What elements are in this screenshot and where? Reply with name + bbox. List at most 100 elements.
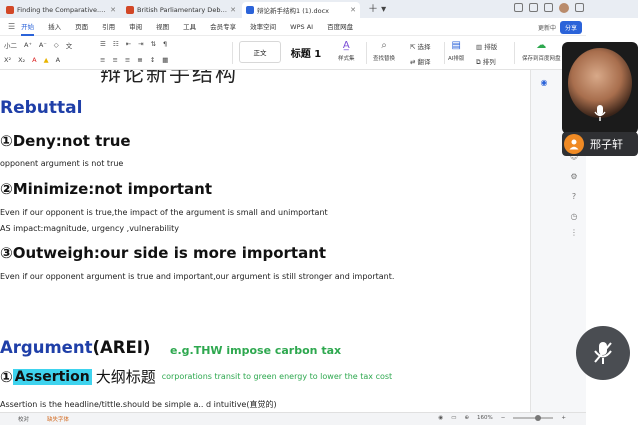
menu-page[interactable]: 页面 <box>75 18 88 36</box>
arrange-label: 排列 <box>482 58 496 66</box>
layout-control: ▥ 排版 <box>476 41 504 51</box>
minimize-icon[interactable] <box>575 3 584 12</box>
numbering-icon[interactable]: ☷ <box>113 40 119 48</box>
shrink-font-icon[interactable]: A⁻ <box>39 41 47 49</box>
menu-view[interactable]: 视图 <box>156 18 169 36</box>
help-icon[interactable]: ? <box>569 192 579 202</box>
tab-finding-comparative[interactable]: Finding the Comparative.pptx ✕ <box>2 2 120 18</box>
ai-layout-button[interactable]: ▤ AI排版 <box>448 40 464 62</box>
proofread-status[interactable]: 校对 <box>18 415 29 423</box>
layout-button[interactable]: ▥ 排版 <box>476 41 497 51</box>
window-controls <box>514 3 584 13</box>
mic-muted-icon <box>594 342 612 364</box>
line-spacing-icon[interactable]: ↕ <box>150 56 155 64</box>
outdent-icon[interactable]: ⇤ <box>126 40 131 48</box>
time-icon[interactable]: ◷ <box>569 212 579 222</box>
style-normal[interactable]: 正文 <box>239 41 281 63</box>
document-page[interactable]: 辩论新手结构 Rebuttal ①Deny:not true opponent … <box>0 70 530 412</box>
font-color-icon[interactable]: A <box>32 56 36 64</box>
menu-tools[interactable]: 工具 <box>183 18 196 36</box>
indent-icon[interactable]: ⇥ <box>138 40 143 48</box>
zoom-out-icon[interactable]: − <box>501 415 506 421</box>
tab-title: Finding the Comparative.pptx <box>17 6 108 14</box>
menu-insert[interactable]: 插入 <box>48 18 61 36</box>
gear-icon[interactable]: ⚙ <box>569 172 579 182</box>
participant-video[interactable] <box>562 42 638 134</box>
superscript-icon[interactable]: X² <box>4 56 11 64</box>
borders-icon[interactable]: ▦ <box>162 56 168 64</box>
menu-membership[interactable]: 会员专享 <box>210 18 236 36</box>
assertion-highlight: Assertion <box>12 368 92 385</box>
window-icon[interactable] <box>529 3 538 12</box>
arrange-control: ⧉ 排列 <box>476 56 503 67</box>
zoom-slider[interactable] <box>513 415 554 421</box>
layout-icon[interactable] <box>514 3 523 12</box>
arrange-button[interactable]: ⧉ 排列 <box>476 56 496 67</box>
ppt-file-icon <box>126 6 134 14</box>
new-tab-plus-icon[interactable]: ＋ ▾ <box>368 2 386 18</box>
close-icon[interactable]: ✕ <box>350 6 356 14</box>
zoom-slider-knob[interactable] <box>535 415 542 421</box>
align-left-icon[interactable]: ≡ <box>100 56 105 64</box>
clear-format-icon[interactable]: ◇ <box>54 41 59 49</box>
ribbon-separator <box>232 42 233 64</box>
font-size-select[interactable]: 小二 <box>4 40 17 50</box>
char-shading-icon[interactable]: A <box>56 56 60 64</box>
deny-text: opponent argument is not true <box>0 159 124 168</box>
share-button[interactable]: 分享 <box>559 21 582 34</box>
tab-title: 辩论新手结构1 (1).docx <box>257 7 329 15</box>
mute-microphone-button[interactable] <box>576 326 630 380</box>
menu-review[interactable]: 审阅 <box>129 18 142 36</box>
tab-british-parliamentary[interactable]: British Parliamentary Debate Gui... ✕ <box>122 2 240 18</box>
subscript-icon[interactable]: X₂ <box>18 56 25 64</box>
update-status[interactable]: 更新中 <box>538 23 556 32</box>
assertion-row: ① Assertion 大纲标题 corporations transit to… <box>0 366 392 387</box>
web-view-icon[interactable]: ⊕ <box>464 415 469 421</box>
highlight-color-icon[interactable]: ▲ <box>44 56 49 64</box>
account-avatar[interactable] <box>559 3 569 13</box>
missing-font-warning[interactable]: 缺失字体 <box>47 415 69 423</box>
zoom-level[interactable]: 160% <box>477 415 493 421</box>
select-label: 选择 <box>417 43 431 51</box>
menu-hamburger-icon[interactable]: ☰ <box>8 22 15 31</box>
outweigh-text: Even if our opponent argument is true an… <box>0 272 395 281</box>
minimize-heading: ②Minimize:not important <box>0 180 212 198</box>
sort-icon[interactable]: ⇅ <box>151 40 156 48</box>
location-icon[interactable]: ◉ <box>539 78 549 88</box>
menu-home[interactable]: 开始 <box>21 18 35 36</box>
find-replace-button[interactable]: ⌕ 查找替换 <box>373 40 395 62</box>
style-heading-1[interactable]: 标题 1 <box>285 41 327 63</box>
status-right-controls: ◉ ▭ ⊕ 160% − + <box>438 415 566 421</box>
read-mode-icon[interactable]: ◉ <box>438 415 443 421</box>
close-icon[interactable]: ✕ <box>110 6 116 14</box>
menu-references[interactable]: 引用 <box>102 18 115 36</box>
save-baidu-label: 保存到百度网盘 <box>522 56 561 62</box>
bullets-icon[interactable]: ☰ <box>100 40 106 48</box>
align-right-icon[interactable]: ≡ <box>125 56 130 64</box>
menu-baidu-netdisk[interactable]: 百度网盘 <box>327 18 353 36</box>
align-center-icon[interactable]: ≡ <box>112 56 117 64</box>
style-normal-label: 正文 <box>253 49 267 57</box>
justify-icon[interactable]: ≣ <box>137 56 142 64</box>
assertion-chinese: 大纲标题 <box>95 368 156 386</box>
more-icon[interactable]: ⋮ <box>569 228 579 238</box>
menu-efficiency[interactable]: 效率空间 <box>250 18 276 36</box>
browser-tab-bar: Finding the Comparative.pptx ✕ British P… <box>0 0 638 18</box>
grid-icon[interactable] <box>544 3 553 12</box>
translate-button[interactable]: ⇄ 翻译 <box>410 56 431 66</box>
menu-wps-ai[interactable]: WPS AI <box>290 18 313 36</box>
save-baidu-button[interactable]: ☁ 保存到百度网盘 <box>522 40 561 62</box>
argument-heading-blue: Argument <box>0 338 93 357</box>
minimize-text-1: Even if our opponent is true,the impact … <box>0 208 328 217</box>
zoom-in-icon[interactable]: + <box>561 415 566 421</box>
show-marks-icon[interactable]: ¶ <box>163 40 167 48</box>
select-button[interactable]: ⇱ 选择 <box>410 41 431 51</box>
participant-name-chip[interactable]: 邢子轩 <box>562 132 638 156</box>
participant-name: 邢子轩 <box>590 138 623 151</box>
style-set-button[interactable]: A̲ 样式集 <box>338 40 355 62</box>
page-view-icon[interactable]: ▭ <box>451 415 456 421</box>
close-icon[interactable]: ✕ <box>230 6 236 14</box>
pinyin-icon[interactable]: 文 <box>66 40 73 50</box>
tab-debate-structure-docx[interactable]: 辩论新手结构1 (1).docx ✕ <box>242 2 360 18</box>
grow-font-icon[interactable]: A⁺ <box>24 41 32 49</box>
